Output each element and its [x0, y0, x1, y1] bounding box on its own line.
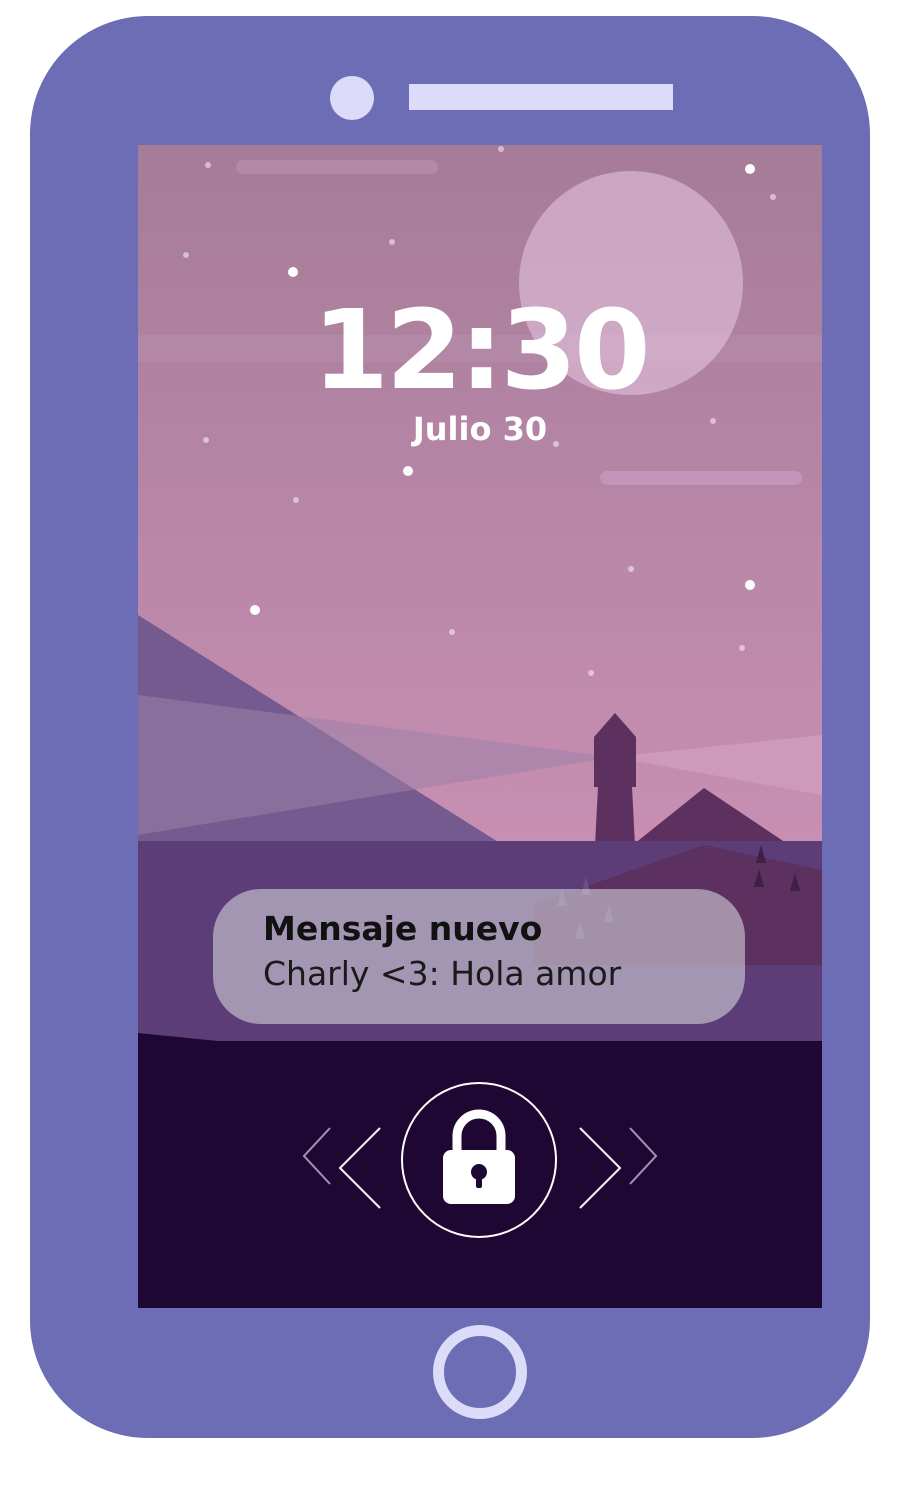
padlock-icon: [443, 1109, 515, 1204]
double-chevron-left-icon: [302, 1127, 381, 1209]
clock-time: 12:30: [312, 286, 650, 414]
unlock-slider[interactable]: [298, 1080, 662, 1240]
lock-screen: 12:30 Julio 30 Mensaje nuevo Charly <3: …: [138, 145, 822, 1308]
cloud: [600, 471, 802, 485]
notification-card[interactable]: Mensaje nuevo Charly <3: Hola amor: [213, 889, 745, 1024]
home-button[interactable]: [433, 1325, 527, 1419]
clock-date: Julio 30: [412, 410, 548, 448]
lock-handle[interactable]: [401, 1082, 557, 1238]
notification-body: Charly <3: Hola amor: [263, 954, 622, 993]
front-camera: [330, 76, 374, 120]
phone-body: 12:30 Julio 30 Mensaje nuevo Charly <3: …: [30, 16, 870, 1438]
cloud: [236, 160, 438, 174]
notification-title: Mensaje nuevo: [263, 909, 543, 948]
phone-illustration: 12:30 Julio 30 Mensaje nuevo Charly <3: …: [0, 0, 900, 1500]
double-chevron-right-icon: [579, 1127, 658, 1209]
earpiece-speaker: [409, 84, 673, 110]
